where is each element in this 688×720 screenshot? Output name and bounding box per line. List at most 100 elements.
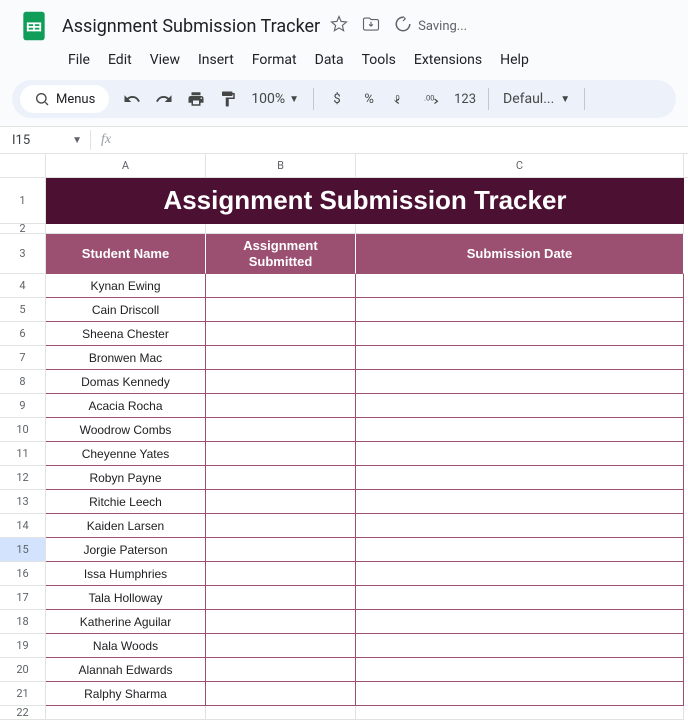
menu-help[interactable]: Help (492, 48, 537, 72)
cell-assignment-submitted[interactable] (206, 442, 356, 466)
undo-button[interactable] (117, 84, 147, 114)
menu-tools[interactable]: Tools (354, 48, 404, 72)
cell-assignment-submitted[interactable] (206, 658, 356, 682)
sheets-logo[interactable] (16, 8, 52, 44)
cell-assignment-submitted[interactable] (206, 514, 356, 538)
row-header[interactable]: 11 (0, 442, 46, 466)
cell-assignment-submitted[interactable] (206, 394, 356, 418)
name-box[interactable]: I15 ▼ (0, 133, 90, 148)
formula-input[interactable] (121, 127, 688, 153)
cell-assignment-submitted[interactable] (206, 562, 356, 586)
cell-submission-date[interactable] (356, 490, 684, 514)
row-header[interactable]: 12 (0, 466, 46, 490)
cell-submission-date[interactable] (356, 538, 684, 562)
cell[interactable] (206, 224, 356, 234)
number-format-button[interactable]: 123 (450, 84, 480, 114)
paint-format-button[interactable] (213, 84, 243, 114)
cell[interactable] (356, 224, 684, 234)
cell[interactable] (356, 706, 684, 720)
cell-submission-date[interactable] (356, 466, 684, 490)
cell-assignment-submitted[interactable] (206, 418, 356, 442)
menu-view[interactable]: View (142, 48, 188, 72)
cell-submission-date[interactable] (356, 442, 684, 466)
column-header-A[interactable]: A (46, 154, 206, 177)
cell-submission-date[interactable] (356, 298, 684, 322)
row-header[interactable]: 20 (0, 658, 46, 682)
cell-student-name[interactable]: Woodrow Combs (46, 418, 206, 442)
cell-submission-date[interactable] (356, 370, 684, 394)
cell-student-name[interactable]: Domas Kennedy (46, 370, 206, 394)
row-header[interactable]: 8 (0, 370, 46, 394)
row-header[interactable]: 5 (0, 298, 46, 322)
cell-assignment-submitted[interactable] (206, 346, 356, 370)
cell-student-name[interactable]: Acacia Rocha (46, 394, 206, 418)
row-header[interactable]: 13 (0, 490, 46, 514)
cell-assignment-submitted[interactable] (206, 610, 356, 634)
cell[interactable] (46, 706, 206, 720)
cell-student-name[interactable]: Nala Woods (46, 634, 206, 658)
cell-student-name[interactable]: Jorgie Paterson (46, 538, 206, 562)
row-header[interactable]: 1 (0, 178, 46, 224)
menu-extensions[interactable]: Extensions (406, 48, 490, 72)
cell-student-name[interactable]: Sheena Chester (46, 322, 206, 346)
cell-student-name[interactable]: Kynan Ewing (46, 274, 206, 298)
header-submission-date[interactable]: Submission Date (356, 234, 684, 274)
row-header[interactable]: 17 (0, 586, 46, 610)
select-all-cell[interactable] (0, 154, 46, 177)
row-header[interactable]: 21 (0, 682, 46, 706)
cell-submission-date[interactable] (356, 562, 684, 586)
font-selector[interactable]: Defaul... ▼ (497, 91, 576, 107)
cell-assignment-submitted[interactable] (206, 370, 356, 394)
cell-submission-date[interactable] (356, 394, 684, 418)
cell-submission-date[interactable] (356, 346, 684, 370)
cell-assignment-submitted[interactable] (206, 634, 356, 658)
cell-student-name[interactable]: Katherine Aguilar (46, 610, 206, 634)
cell-assignment-submitted[interactable] (206, 586, 356, 610)
row-header[interactable]: 15 (0, 538, 46, 562)
redo-button[interactable] (149, 84, 179, 114)
menu-file[interactable]: File (60, 48, 98, 72)
cell-student-name[interactable]: Alannah Edwards (46, 658, 206, 682)
sheet-title-banner[interactable]: Assignment Submission Tracker (46, 178, 684, 224)
cell-submission-date[interactable] (356, 322, 684, 346)
cell-assignment-submitted[interactable] (206, 682, 356, 706)
cell-submission-date[interactable] (356, 610, 684, 634)
move-icon[interactable] (362, 15, 380, 37)
cell-submission-date[interactable] (356, 418, 684, 442)
cell-student-name[interactable]: Kaiden Larsen (46, 514, 206, 538)
header-student-name[interactable]: Student Name (46, 234, 206, 274)
cell-student-name[interactable]: Cain Driscoll (46, 298, 206, 322)
row-header[interactable]: 16 (0, 562, 46, 586)
row-header[interactable]: 7 (0, 346, 46, 370)
cell-student-name[interactable]: Issa Humphries (46, 562, 206, 586)
menus-button[interactable]: Menus (20, 85, 109, 113)
header-assignment-submitted[interactable]: AssignmentSubmitted (206, 234, 356, 274)
row-header[interactable]: 22 (0, 706, 46, 720)
print-button[interactable] (181, 84, 211, 114)
row-header[interactable]: 18 (0, 610, 46, 634)
increase-decimal-button[interactable]: .00 (418, 84, 448, 114)
cell-submission-date[interactable] (356, 658, 684, 682)
cell-assignment-submitted[interactable] (206, 466, 356, 490)
cell-student-name[interactable]: Ritchie Leech (46, 490, 206, 514)
row-header[interactable]: 10 (0, 418, 46, 442)
cell-assignment-submitted[interactable] (206, 322, 356, 346)
cell-submission-date[interactable] (356, 514, 684, 538)
row-header[interactable]: 14 (0, 514, 46, 538)
cell-assignment-submitted[interactable] (206, 538, 356, 562)
cell-assignment-submitted[interactable] (206, 298, 356, 322)
cell-student-name[interactable]: Robyn Payne (46, 466, 206, 490)
currency-button[interactable]: $ (322, 84, 352, 114)
menu-edit[interactable]: Edit (100, 48, 140, 72)
percent-button[interactable]: % (354, 84, 384, 114)
cell-assignment-submitted[interactable] (206, 274, 356, 298)
row-header[interactable]: 6 (0, 322, 46, 346)
document-title[interactable]: Assignment Submission Tracker (62, 16, 320, 37)
cell-student-name[interactable]: Tala Holloway (46, 586, 206, 610)
row-header[interactable]: 19 (0, 634, 46, 658)
cell[interactable] (46, 224, 206, 234)
zoom-dropdown-icon[interactable]: ▼ (289, 94, 299, 105)
column-header-B[interactable]: B (206, 154, 356, 177)
row-header[interactable]: 2 (0, 224, 46, 234)
column-header-C[interactable]: C (356, 154, 684, 177)
